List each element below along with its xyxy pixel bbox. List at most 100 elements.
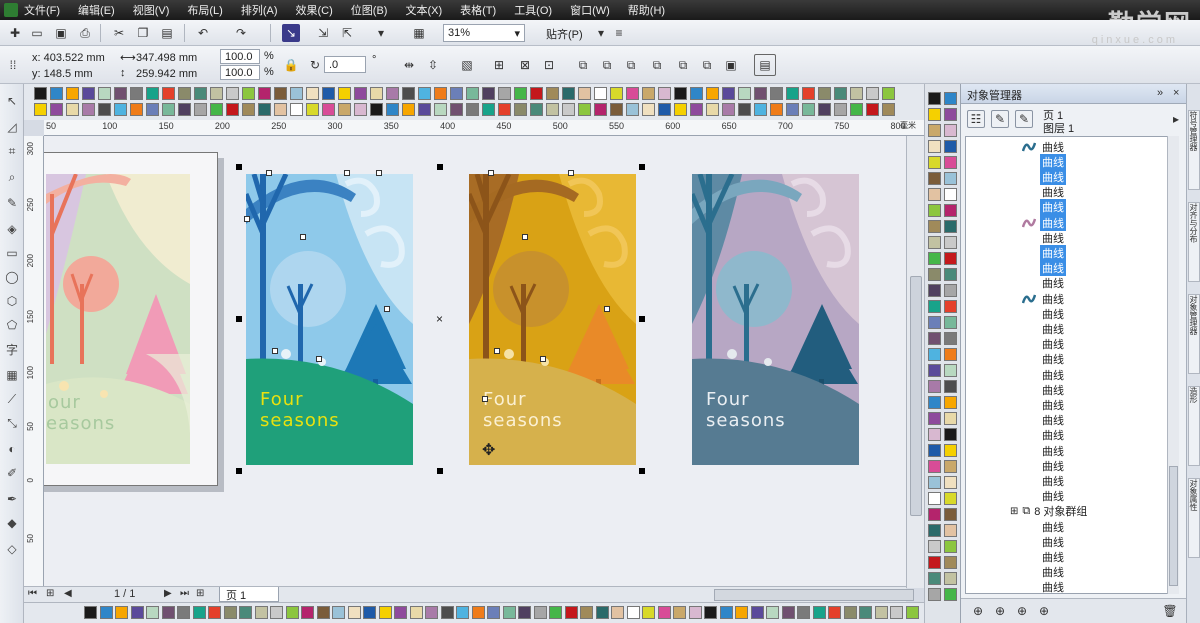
menu-edit[interactable]: 编辑(E) [78,2,115,18]
color-swatch[interactable] [674,103,687,116]
color-swatch[interactable] [611,606,624,619]
color-swatch[interactable] [162,103,175,116]
side-tab[interactable]: 对象属性 [1188,478,1200,558]
color-swatch[interactable] [944,300,957,313]
color-swatch[interactable] [944,332,957,345]
height-field[interactable]: 259.942 mm [136,68,197,80]
color-swatch[interactable] [928,364,941,377]
color-swatch[interactable] [434,103,447,116]
color-swatch[interactable] [301,606,314,619]
side-tab[interactable]: 符号管理器 [1188,110,1200,190]
color-swatch[interactable] [578,103,591,116]
color-swatch[interactable] [674,87,687,100]
curve-node[interactable] [376,170,382,176]
color-swatch[interactable] [944,572,957,585]
color-swatch[interactable] [498,103,511,116]
color-swatch[interactable] [866,103,879,116]
color-swatch[interactable] [928,572,941,585]
menu-table[interactable]: 表格(T) [460,2,496,18]
autumn-card[interactable]: Four seasons [692,174,859,465]
tree-item[interactable]: 曲线 [1022,413,1178,428]
color-swatch[interactable] [130,606,144,619]
color-swatch[interactable] [944,540,957,553]
color-swatch[interactable] [658,103,671,116]
selection-handle[interactable] [639,164,645,170]
color-swatch[interactable] [928,348,941,361]
color-swatch[interactable] [270,606,283,619]
color-swatch[interactable] [928,412,941,425]
application-launcher-icon[interactable]: ▾ [372,24,390,42]
pick-tool-icon[interactable]: ↖ [3,92,21,110]
color-swatch[interactable] [482,87,495,100]
color-swatch[interactable] [363,606,376,619]
color-swatch[interactable] [50,103,63,116]
color-swatch[interactable] [274,103,287,116]
tree-item[interactable]: 曲线 [1022,458,1178,473]
color-swatch[interactable] [928,140,941,153]
color-swatch[interactable] [402,87,415,100]
curve-node[interactable] [482,396,488,402]
interactive-fill-icon[interactable]: ◇ [3,540,21,558]
color-swatch[interactable] [944,172,957,185]
color-swatch[interactable] [530,87,543,100]
color-swatch[interactable] [928,236,941,249]
color-swatch[interactable] [258,103,271,116]
menu-tools[interactable]: 工具(O) [514,2,552,18]
color-swatch[interactable] [66,103,79,116]
table-tool-icon[interactable]: ▦ [3,366,21,384]
color-swatch[interactable] [409,606,423,619]
curve-node[interactable] [244,216,250,222]
color-swatch[interactable] [722,103,735,116]
color-swatch[interactable] [658,87,671,100]
color-swatch[interactable] [498,87,511,100]
color-swatch[interactable] [944,588,957,601]
color-swatch[interactable] [178,103,191,116]
color-swatch[interactable] [657,606,671,619]
tree-item[interactable]: 曲线 [1022,565,1178,580]
color-swatch[interactable] [440,606,454,619]
tree-item[interactable]: 曲线 [1022,276,1178,291]
layer-manager-view-icon[interactable]: ✎ [1015,110,1033,128]
new-master-layer-all-icon[interactable]: ⊕ [1013,602,1031,620]
color-swatch[interactable] [394,606,407,619]
menu-file[interactable]: 文件(F) [24,2,60,18]
color-swatch[interactable] [626,103,639,116]
horizontal-scrollbar[interactable] [714,589,914,601]
color-swatch[interactable] [928,476,941,489]
color-swatch[interactable] [450,87,463,100]
color-swatch[interactable] [610,103,623,116]
menu-window[interactable]: 窗口(W) [570,2,610,18]
add-page-icon[interactable]: ⊞ [46,588,54,599]
color-swatch[interactable] [766,606,779,619]
color-swatch[interactable] [418,103,431,116]
color-swatch[interactable] [944,284,957,297]
color-swatch[interactable] [549,606,562,619]
color-swatch[interactable] [425,606,438,619]
color-swatch[interactable] [944,412,957,425]
zoom-tool-icon[interactable]: ⌕ [3,168,21,186]
tree-item[interactable]: 曲线 [1022,199,1178,216]
docker-menu-arrow-icon[interactable]: ▸ [1167,110,1185,128]
welcome-screen-icon[interactable]: ▦ [410,24,428,42]
tree-item[interactable]: 曲线 [1021,139,1178,154]
color-swatch[interactable] [626,606,640,619]
color-swatch[interactable] [82,87,95,100]
color-swatch[interactable] [928,460,941,473]
crop-tool-icon[interactable]: ⌗ [3,142,21,160]
intersect-icon[interactable]: ⧉ [622,56,640,74]
cut-icon[interactable]: ✂ [110,24,128,42]
color-swatch[interactable] [928,316,941,329]
drawing-canvas[interactable]: our easons Four seasons Four seasons Fou… [44,136,906,586]
undo-icon[interactable]: ↶ [194,24,212,42]
freehand-tool-icon[interactable]: ✎ [3,194,21,212]
color-swatch[interactable] [471,606,485,619]
color-swatch[interactable] [274,87,287,100]
color-swatch[interactable] [386,103,399,116]
tree-item[interactable]: 曲线 [1022,153,1178,170]
close-docker-icon[interactable]: × [1173,87,1179,99]
color-swatch[interactable] [928,300,941,313]
tree-item[interactable]: 曲线 [1022,473,1178,488]
color-swatch[interactable] [928,492,941,505]
color-swatch[interactable] [928,444,941,457]
tree-item[interactable]: 曲线 [1022,580,1178,593]
